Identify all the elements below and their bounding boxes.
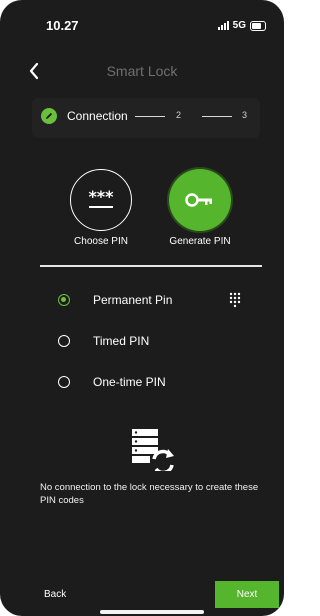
step-3-number: 3 xyxy=(242,110,248,120)
choose-pin-button[interactable]: *** xyxy=(70,169,132,231)
pin-type-one-time[interactable]: One-time PIN xyxy=(58,373,248,393)
header: Smart Lock xyxy=(0,58,284,84)
signal-icon xyxy=(217,21,229,30)
progress-stepper: Connection 2 3 xyxy=(32,98,260,138)
radio-selected[interactable] xyxy=(58,294,70,306)
network-label: 5G xyxy=(232,20,246,31)
pin-type-label: Timed PIN xyxy=(93,334,150,348)
step-1-label: Connection xyxy=(67,109,128,123)
step-connector xyxy=(135,116,165,117)
next-button[interactable]: Next xyxy=(215,581,279,608)
page-title: Smart Lock xyxy=(106,63,178,79)
server-sync-icon xyxy=(132,429,174,471)
info-message: No connection to the lock necessary to c… xyxy=(40,482,259,506)
step-connector xyxy=(202,116,232,117)
pencil-icon xyxy=(41,108,57,124)
pin-type-permanent[interactable]: Permanent Pin xyxy=(58,291,248,311)
back-button[interactable]: Back xyxy=(44,589,66,600)
generate-pin-button[interactable] xyxy=(169,169,231,231)
keypad-icon[interactable] xyxy=(229,292,241,308)
asterisk-pin-icon: *** xyxy=(88,189,114,208)
radio-unselected[interactable] xyxy=(58,335,70,347)
home-indicator xyxy=(100,610,204,614)
status-bar: 10.27 5G xyxy=(0,18,284,38)
status-indicators: 5G xyxy=(217,20,266,31)
generate-pin-label: Generate PIN xyxy=(169,236,231,247)
step-2-number: 2 xyxy=(176,110,182,120)
radio-unselected[interactable] xyxy=(58,376,70,388)
key-icon xyxy=(185,193,212,207)
pin-type-label: Permanent Pin xyxy=(93,293,173,307)
status-time: 10.27 xyxy=(46,18,79,33)
choose-pin-label: Choose PIN xyxy=(74,236,128,247)
pin-type-timed[interactable]: Timed PIN xyxy=(58,332,248,352)
selection-divider xyxy=(40,265,262,267)
svg-text:***: *** xyxy=(88,189,114,206)
pin-type-label: One-time PIN xyxy=(93,375,166,389)
phone-screen: 10.27 5G Smart Lock Connection 2 3 *** C… xyxy=(0,0,284,616)
battery-icon xyxy=(250,20,266,31)
